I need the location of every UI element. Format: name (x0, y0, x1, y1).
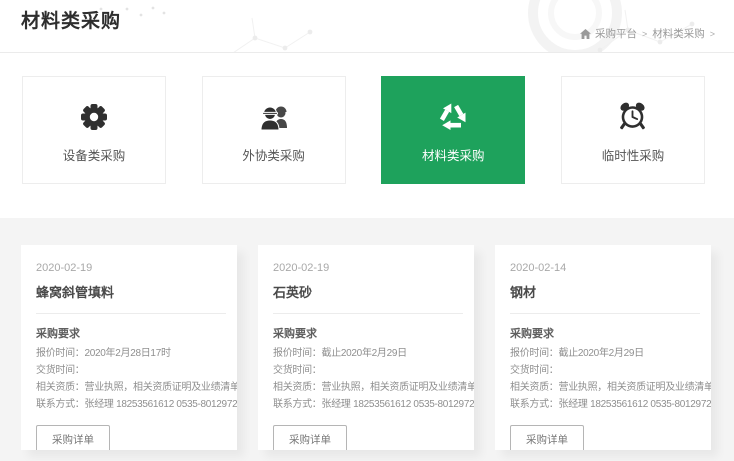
category-card-temporary[interactable]: 临时性采购 (561, 76, 705, 184)
detail-line: 相关资质：营业执照，相关资质证明及业绩清单等 (273, 381, 465, 395)
page-title: 材料类采购 (21, 6, 121, 33)
category-card-materials[interactable]: 材料类采购 (381, 76, 525, 184)
title-block: 材料类采购 (13, 6, 121, 33)
breadcrumb-home-link[interactable]: 采购平台 (580, 26, 637, 41)
divider (510, 313, 700, 314)
category-label: 外协类采购 (242, 145, 305, 164)
alarm-clock-icon (616, 97, 649, 137)
purchase-detail-button[interactable]: 采购详单 (273, 425, 347, 450)
listing-section-title: 采购要求 (510, 325, 702, 341)
listing-date: 2020-02-19 (36, 262, 228, 274)
detail-line: 相关资质：营业执照，相关资质证明及业绩清单等 (510, 381, 702, 395)
detail-line: 报价时间：2020年2月28日17时 (36, 347, 228, 361)
listing-details: 报价时间：截止2020年2月29日 交货时间： 相关资质：营业执照，相关资质证明… (510, 347, 702, 412)
recycle-icon (435, 97, 471, 137)
breadcrumb-current[interactable]: 材料类采购 (652, 26, 705, 41)
detail-line: 联系方式：张经理 18253561612 0535-8012972 (510, 398, 702, 412)
detail-line: 联系方式：张经理 18253561612 0535-8012972 (273, 398, 465, 412)
listing-section-title: 采购要求 (36, 325, 228, 341)
category-nav: 设备类采购 外协类采购 (22, 76, 705, 184)
breadcrumb-separator: > (642, 29, 647, 39)
detail-line: 交货时间： (273, 364, 465, 378)
divider (36, 313, 226, 314)
listing-date: 2020-02-14 (510, 262, 702, 274)
listing-details: 报价时间：2020年2月28日17时 交货时间： 相关资质：营业执照，相关资质证… (36, 347, 228, 412)
menu-bars-icon (10, 13, 18, 31)
listing-row: 2020-02-19 蜂窝斜管填料 采购要求 报价时间：2020年2月28日17… (0, 218, 734, 450)
category-card-equipment[interactable]: 设备类采购 (22, 76, 166, 184)
detail-line: 联系方式：张经理 18253561612 0535-8012972 (36, 398, 228, 412)
listing-card: 2020-02-19 蜂窝斜管填料 采购要求 报价时间：2020年2月28日17… (21, 245, 237, 450)
listing-title: 蜂窝斜管填料 (36, 282, 228, 301)
category-label: 设备类采购 (63, 145, 126, 164)
workers-icon (256, 97, 292, 137)
gear-icon (78, 97, 110, 137)
listing-card: 2020-02-14 钢材 采购要求 报价时间：截止2020年2月29日 交货时… (495, 245, 711, 450)
listing-title: 钢材 (510, 282, 702, 301)
category-card-outsourcing[interactable]: 外协类采购 (202, 76, 346, 184)
listing-details: 报价时间：截止2020年2月29日 交货时间： 相关资质：营业执照，相关资质证明… (273, 347, 465, 412)
breadcrumb-separator: > (710, 29, 715, 39)
listing-section: 2020-02-19 蜂窝斜管填料 采购要求 报价时间：2020年2月28日17… (0, 218, 734, 461)
listing-date: 2020-02-19 (273, 262, 465, 274)
detail-line: 交货时间： (36, 364, 228, 378)
detail-line: 交货时间： (510, 364, 702, 378)
detail-line: 报价时间：截止2020年2月29日 (273, 347, 465, 361)
page-header: 材料类采购 采购平台 > 材料类采购 > (0, 0, 734, 53)
listing-title: 石英砂 (273, 282, 465, 301)
detail-line: 报价时间：截止2020年2月29日 (510, 347, 702, 361)
breadcrumb: 采购平台 > 材料类采购 > (580, 26, 720, 41)
listing-section-title: 采购要求 (273, 325, 465, 341)
detail-line: 相关资质：营业执照，相关资质证明及业绩清单等 (36, 381, 228, 395)
home-icon (580, 29, 591, 39)
breadcrumb-home-label: 采购平台 (595, 26, 637, 41)
listing-card: 2020-02-19 石英砂 采购要求 报价时间：截止2020年2月29日 交货… (258, 245, 474, 450)
category-label: 临时性采购 (602, 145, 665, 164)
purchase-detail-button[interactable]: 采购详单 (510, 425, 584, 450)
divider (273, 313, 463, 314)
purchase-detail-button[interactable]: 采购详单 (36, 425, 110, 450)
category-label: 材料类采购 (422, 145, 485, 164)
